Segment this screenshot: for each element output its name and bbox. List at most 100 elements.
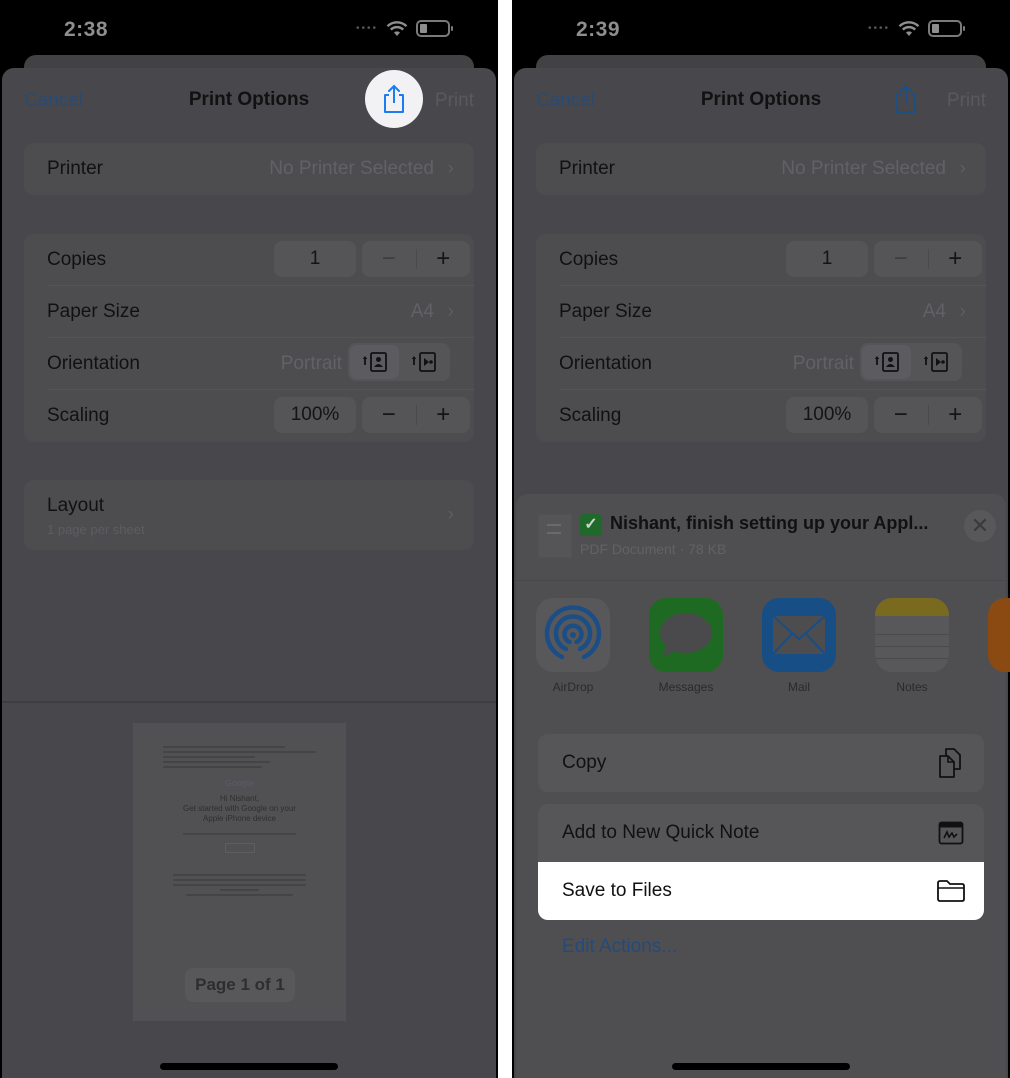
- page-title: Print Options: [700, 89, 822, 110]
- landscape-option[interactable]: [911, 345, 960, 379]
- copies-stepper: − +: [362, 241, 470, 277]
- landscape-icon: [923, 352, 948, 372]
- layout-row[interactable]: Layout 1 page per sheet ›: [24, 480, 474, 550]
- copies-increment-button[interactable]: +: [417, 241, 471, 277]
- share-button[interactable]: [891, 82, 921, 116]
- app-label: B: [980, 680, 1010, 694]
- action-save-to-files[interactable]: Save to Files: [538, 862, 984, 920]
- orientation-segmented-control: [348, 343, 450, 381]
- settings-group: Copies 1 − + Paper Size A4 › Orientation…: [24, 234, 474, 442]
- printer-label: Printer: [559, 158, 615, 179]
- right-screen: 2:39 •••• Cancel Print Options Print Pri…: [512, 0, 1010, 1078]
- scaling-label: Scaling: [559, 405, 622, 426]
- copies-increment-button[interactable]: +: [929, 241, 983, 277]
- battery-icon: [928, 20, 965, 37]
- preview-logo: Google: [224, 778, 255, 788]
- copies-row: Copies 1 − +: [24, 234, 474, 286]
- scaling-value[interactable]: 100%: [274, 397, 356, 433]
- share-document-subtitle: PDF Document · 78 KB: [580, 541, 727, 557]
- notes-icon: [875, 598, 949, 672]
- close-button[interactable]: ✕: [964, 510, 996, 542]
- copy-icon: [936, 748, 966, 778]
- share-actions: Copy Add to New Quick Note Save to Files…: [538, 734, 984, 957]
- printer-row[interactable]: Printer No Printer Selected ›: [24, 143, 474, 195]
- share-sheet: ✓ Nishant, finish setting up your Appl..…: [516, 494, 1010, 1078]
- portrait-option[interactable]: [350, 345, 399, 379]
- scaling-stepper: − +: [874, 397, 982, 433]
- copies-row: Copies 1 − +: [536, 234, 986, 286]
- copies-value[interactable]: 1: [786, 241, 868, 277]
- print-button[interactable]: Print: [435, 90, 474, 112]
- copies-decrement-button[interactable]: −: [874, 241, 928, 277]
- share-app-mail[interactable]: Mail: [754, 598, 844, 694]
- chevron-right-icon: ›: [447, 504, 454, 525]
- wifi-icon: [386, 20, 408, 37]
- checkmark-emoji-icon: ✓: [580, 514, 602, 536]
- paper-size-row[interactable]: Paper Size A4 ›: [536, 286, 986, 338]
- action-copy[interactable]: Copy: [538, 734, 984, 792]
- share-app-airdrop[interactable]: AirDrop: [528, 598, 618, 694]
- printer-value: No Printer Selected: [781, 158, 946, 179]
- scaling-decrement-button[interactable]: −: [362, 397, 416, 433]
- action-add-to-new-quick-note[interactable]: Add to New Quick Note: [538, 804, 984, 862]
- battery-icon: [416, 20, 453, 37]
- app-label: Mail: [787, 680, 810, 694]
- paper-size-value: A4: [922, 301, 946, 322]
- scaling-increment-button[interactable]: +: [417, 397, 471, 433]
- copies-label: Copies: [559, 249, 619, 270]
- share-button[interactable]: [365, 70, 423, 128]
- scaling-value[interactable]: 100%: [786, 397, 868, 433]
- scaling-increment-button[interactable]: +: [929, 397, 983, 433]
- share-app-messages[interactable]: Messages: [641, 598, 731, 694]
- paper-size-row[interactable]: Paper Size A4 ›: [24, 286, 474, 338]
- scaling-row: Scaling 100% − +: [24, 390, 474, 442]
- document-thumbnail: [538, 514, 572, 558]
- nav-bar: Cancel Print Options Print: [514, 68, 1008, 132]
- orientation-label: Orientation: [47, 353, 140, 374]
- scaling-label: Scaling: [47, 405, 110, 426]
- copies-value[interactable]: 1: [274, 241, 356, 277]
- edit-actions-link[interactable]: Edit Actions...: [562, 936, 677, 958]
- landscape-option[interactable]: [399, 345, 448, 379]
- printer-row[interactable]: Printer No Printer Selected ›: [536, 143, 986, 195]
- orientation-row: Orientation Portrait: [536, 338, 986, 390]
- mail-icon: [762, 598, 836, 672]
- portrait-icon: [874, 352, 899, 372]
- share-icon: [896, 84, 916, 113]
- home-indicator[interactable]: [672, 1063, 850, 1070]
- settings-group: Copies 1 − + Paper Size A4 › Orientation…: [536, 234, 986, 442]
- copies-label: Copies: [47, 249, 107, 270]
- printer-label: Printer: [47, 158, 103, 179]
- scaling-stepper: − +: [362, 397, 470, 433]
- print-preview-page[interactable]: Google Hi Nishant, Get started with Goog…: [133, 723, 346, 1021]
- books-icon: [988, 598, 1010, 672]
- preview-heading-1: Hi Nishant,: [219, 794, 260, 803]
- signal-icon: ••••: [355, 23, 378, 34]
- paper-size-label: Paper Size: [559, 301, 652, 322]
- signal-icon: ••••: [867, 23, 890, 34]
- share-apps-row: AirDrop Messages Mail Notes: [516, 598, 1010, 708]
- status-bar: 2:39 ••••: [512, 0, 1010, 60]
- airdrop-icon: [536, 598, 610, 672]
- app-label: Notes: [896, 680, 928, 694]
- app-label: Messages: [658, 680, 714, 694]
- home-indicator[interactable]: [160, 1063, 338, 1070]
- scaling-decrement-button[interactable]: −: [874, 397, 928, 433]
- share-app-books[interactable]: B: [980, 598, 1010, 694]
- paper-size-value: A4: [410, 301, 434, 322]
- share-app-notes[interactable]: Notes: [867, 598, 957, 694]
- nav-bar: Cancel Print Options Print: [2, 68, 496, 132]
- wifi-icon: [898, 20, 920, 37]
- status-time: 2:38: [64, 18, 109, 41]
- share-sheet-header: ✓ Nishant, finish setting up your Appl..…: [516, 494, 1006, 574]
- app-label: AirDrop: [552, 680, 594, 694]
- copies-decrement-button[interactable]: −: [362, 241, 416, 277]
- share-icon: [384, 84, 404, 113]
- print-button[interactable]: Print: [947, 90, 986, 112]
- paper-size-label: Paper Size: [47, 301, 140, 322]
- chevron-right-icon: ›: [959, 158, 966, 179]
- quick-note-icon: [936, 818, 966, 848]
- print-preview-area: Google Hi Nishant, Get started with Goog…: [2, 701, 496, 1078]
- preview-heading-3: Apple iPhone device: [203, 814, 276, 823]
- portrait-option[interactable]: [862, 345, 911, 379]
